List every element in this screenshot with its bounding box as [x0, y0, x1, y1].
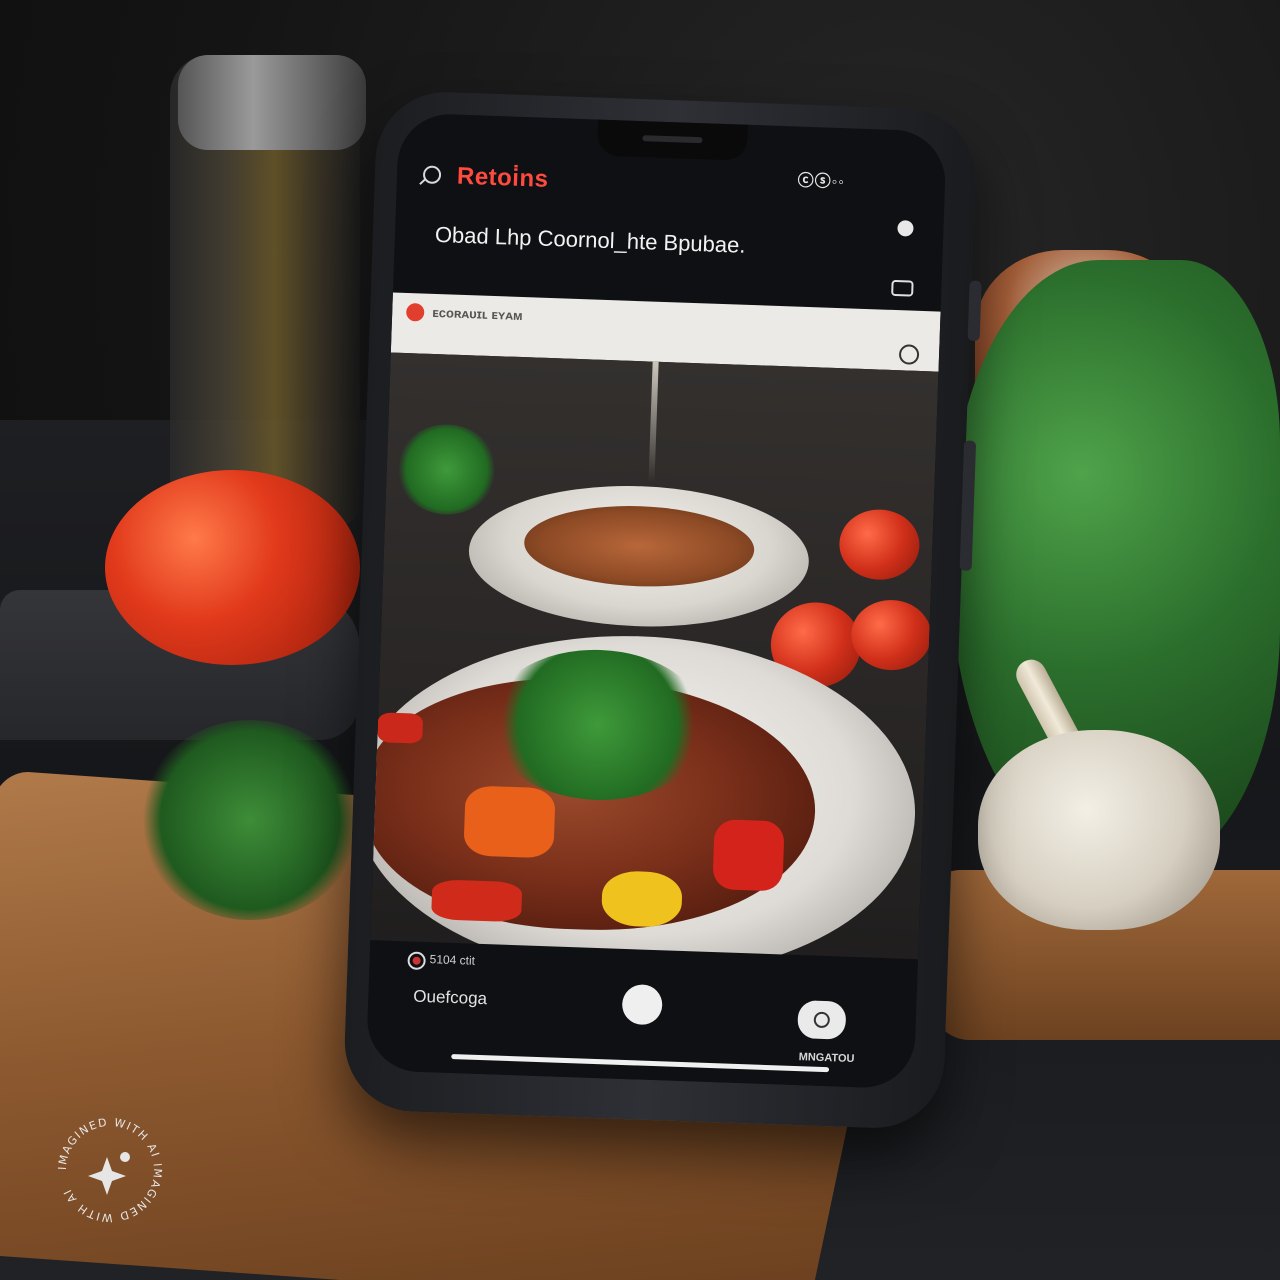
mode-label[interactable]: Ouefcoga	[413, 987, 487, 1010]
sparkle-dot-icon	[120, 1152, 130, 1162]
tomato	[838, 508, 921, 581]
shutter-button[interactable]	[621, 983, 663, 1026]
sparkle-icon	[88, 1157, 126, 1195]
red-pepper	[377, 712, 424, 744]
record-label: 5104 ctit	[429, 952, 476, 968]
edit-icon[interactable]	[898, 344, 920, 365]
record-icon[interactable]	[407, 951, 426, 971]
ai-watermark: IMAGINED WITH AI IMAGINED WITH AI	[56, 1116, 163, 1224]
herb-garnish	[395, 422, 499, 517]
smartphone: Retoi̇ns ⓒⓢ◦◦ Obad Lhp Coornol_hte Bpuba…	[342, 89, 982, 1131]
notch	[596, 119, 748, 161]
tomato-large	[105, 470, 360, 665]
profile-icon[interactable]	[897, 220, 914, 237]
banner-text: ᴇᴄᴏʀᴀᴜɪʟ ᴇʏᴀᴍ	[431, 304, 523, 324]
yellow-pepper	[600, 870, 683, 928]
app-header: Retoi̇ns ⓒⓢ◦◦	[396, 151, 946, 237]
live-dot-icon	[405, 302, 425, 322]
camera-controls: 5104 ctit Ouefcoga MNGATOU	[365, 940, 918, 1090]
camera-toggle[interactable]	[797, 1000, 847, 1040]
background-scene: Retoi̇ns ⓒⓢ◦◦ Obad Lhp Coornol_hte Bpuba…	[0, 0, 1280, 1280]
side-button	[967, 280, 982, 341]
carrot-piece	[463, 785, 556, 859]
steam	[648, 352, 660, 482]
menu-icon[interactable]	[891, 279, 914, 297]
red-pepper	[431, 879, 523, 923]
status-icons: ⓒⓢ◦◦	[797, 172, 846, 192]
bottle-cap	[178, 55, 366, 150]
tomato	[850, 598, 933, 672]
home-indicator[interactable]	[451, 1053, 830, 1073]
search-icon[interactable]	[422, 165, 442, 185]
parsley-sprig	[140, 720, 360, 920]
red-pepper	[712, 819, 785, 892]
recipe-headline: Obad Lhp Coornol_hte Bpubae.	[434, 221, 746, 258]
app-title: Retoi̇ns	[456, 162, 549, 193]
phone-screen: Retoi̇ns ⓒⓢ◦◦ Obad Lhp Coornol_hte Bpuba…	[365, 112, 947, 1090]
garlic-bulb	[978, 730, 1220, 930]
bottom-right-label: MNGATOU	[798, 1051, 855, 1066]
dish-photo	[367, 352, 939, 1032]
